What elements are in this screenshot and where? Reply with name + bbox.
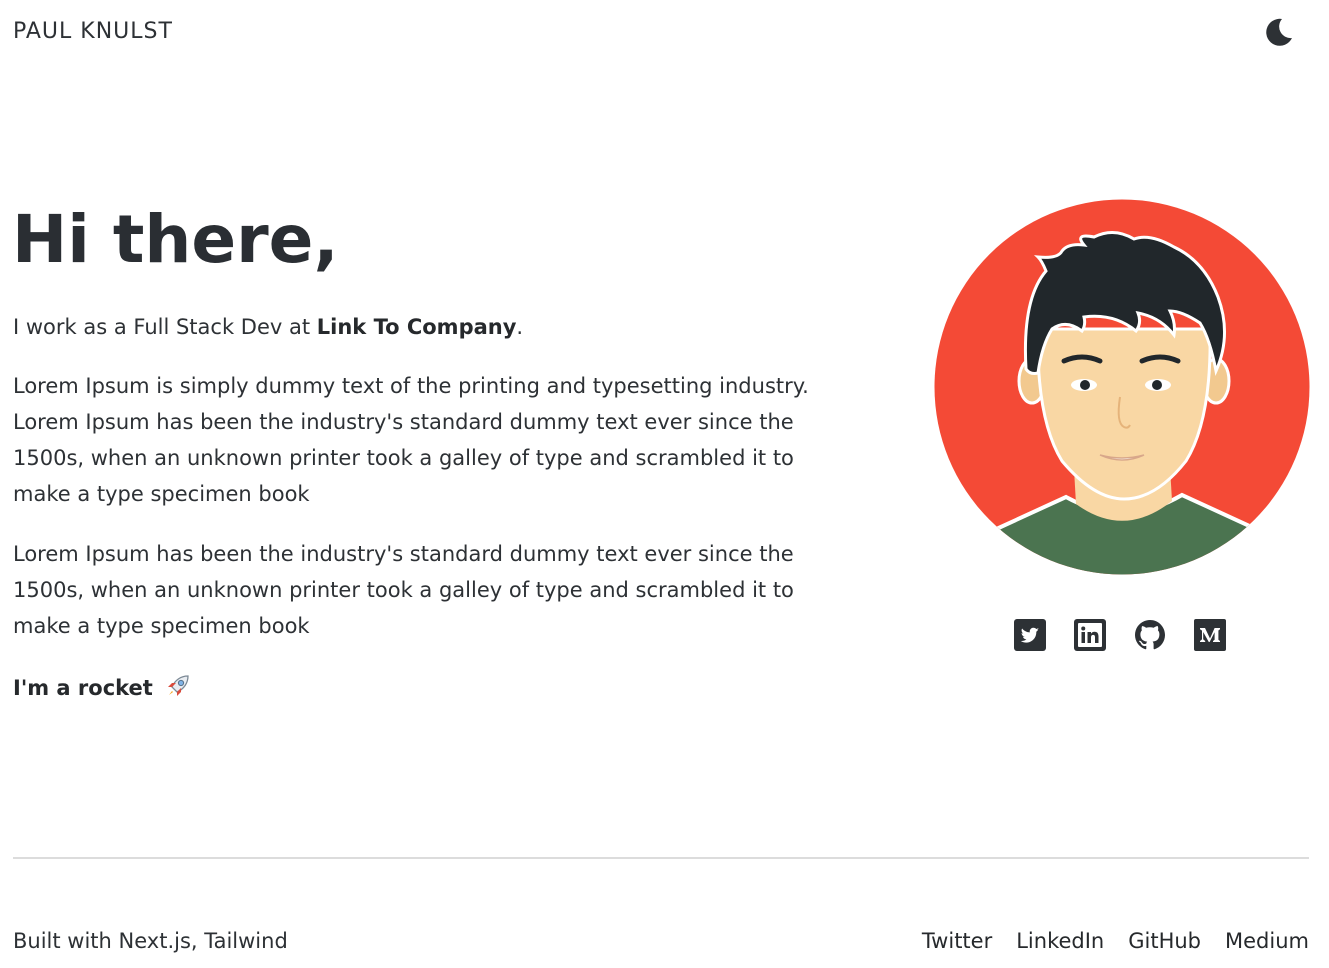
built-with-text: Built with Next.js, Tailwind bbox=[13, 929, 288, 953]
footer-link-github[interactable]: GitHub bbox=[1128, 926, 1201, 956]
twitter-link[interactable] bbox=[1014, 619, 1046, 651]
footer-link-linkedin[interactable]: LinkedIn bbox=[1016, 926, 1104, 956]
hero-title: Hi there, bbox=[12, 201, 339, 278]
intro-suffix: . bbox=[516, 315, 524, 339]
theme-toggle-button[interactable] bbox=[1262, 16, 1294, 48]
avatar bbox=[934, 199, 1310, 575]
footer-link-medium[interactable]: Medium bbox=[1225, 926, 1309, 956]
rocket-icon bbox=[168, 675, 189, 696]
github-icon bbox=[1135, 620, 1165, 650]
linkedin-icon bbox=[1074, 619, 1106, 651]
footer-link-twitter[interactable]: Twitter bbox=[922, 926, 992, 956]
tagline: I'm a rocket bbox=[13, 672, 192, 703]
intro-text: I work as a Full Stack Dev at Link To Co… bbox=[13, 312, 833, 342]
medium-link[interactable] bbox=[1194, 619, 1226, 651]
medium-icon bbox=[1194, 619, 1226, 651]
footer-nav: Twitter LinkedIn GitHub Medium bbox=[922, 926, 1309, 956]
linkedin-link[interactable] bbox=[1074, 619, 1106, 651]
bio-paragraph-1: Lorem Ipsum is simply dummy text of the … bbox=[13, 374, 809, 506]
company-link[interactable]: Link To Company bbox=[317, 315, 517, 339]
site-name-link[interactable]: PAUL KNULST bbox=[13, 19, 173, 44]
social-icons bbox=[1014, 619, 1226, 651]
github-link[interactable] bbox=[1134, 619, 1166, 651]
moon-icon bbox=[1266, 18, 1292, 46]
footer-divider bbox=[13, 857, 1309, 859]
page: PAUL KNULST Hi there, I work as a Full S… bbox=[0, 0, 1329, 968]
intro-prefix: I work as a Full Stack Dev at bbox=[13, 315, 317, 339]
twitter-icon bbox=[1014, 619, 1046, 651]
tagline-text: I'm a rocket bbox=[13, 676, 153, 700]
bio-paragraph-2: Lorem Ipsum has been the industry's stan… bbox=[13, 542, 794, 638]
